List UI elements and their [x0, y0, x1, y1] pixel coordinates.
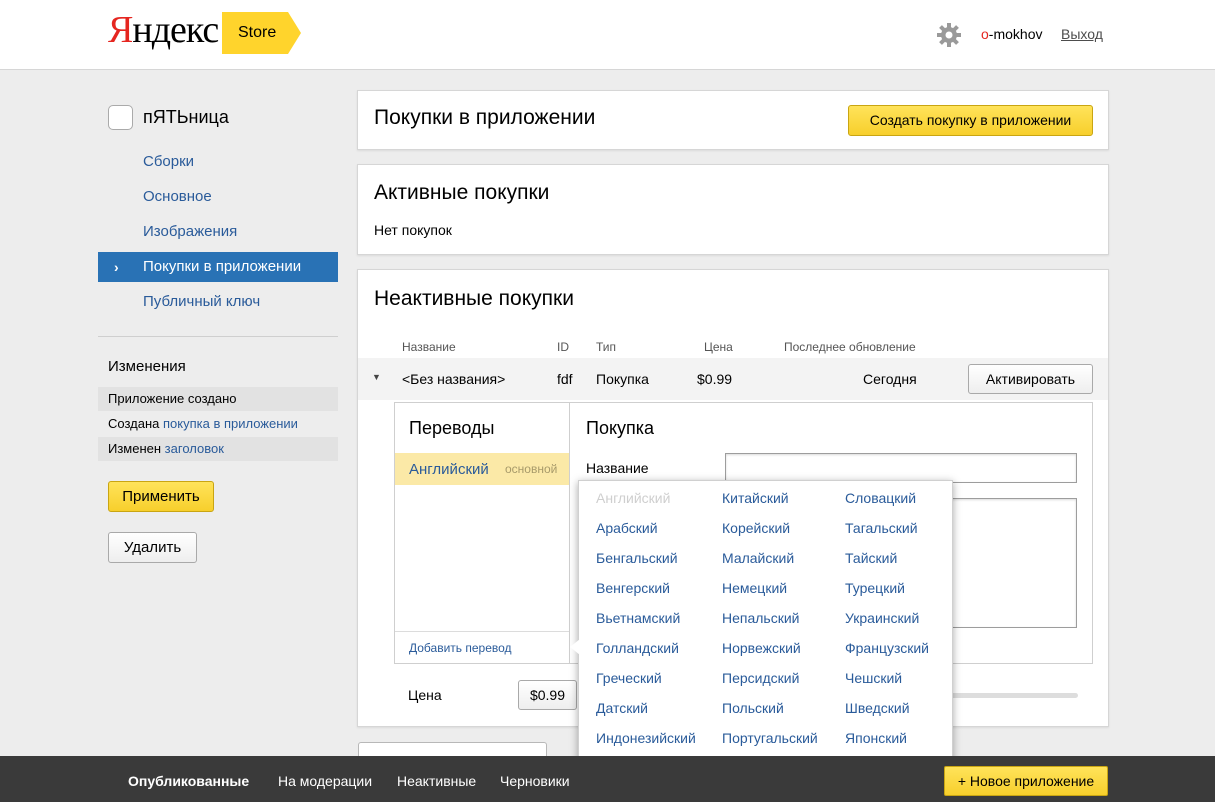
translations-title: Переводы — [409, 418, 495, 438]
username[interactable]: o-mokhov — [981, 26, 1042, 42]
translations-panel: Переводы Английский основной Добавить пе… — [394, 402, 570, 664]
footer-tab-moderation[interactable]: На модерации — [278, 773, 372, 789]
active-purchases-title: Активные покупки — [374, 181, 550, 204]
column-header-type: Тип — [596, 340, 617, 354]
name-input[interactable] — [725, 453, 1077, 483]
language-option[interactable]: Португальский — [722, 730, 818, 746]
language-option[interactable]: Украинский — [845, 610, 919, 626]
active-purchases-panel: Активные покупки Нет покупок — [357, 164, 1109, 255]
price-select[interactable]: $0.99 — [518, 680, 577, 710]
language-option[interactable]: Шведский — [845, 700, 910, 716]
language-option[interactable]: Бенгальский — [596, 550, 678, 566]
sidebar-item-general[interactable]: Основное — [98, 182, 338, 212]
language-option[interactable]: Арабский — [596, 520, 658, 536]
language-option[interactable]: Датский — [596, 700, 648, 716]
collapse-triangle-icon[interactable]: ▼ — [372, 372, 381, 382]
changes-title: Изменения — [108, 358, 186, 375]
language-option[interactable]: Индонезийский — [596, 730, 696, 746]
row-type: Покупка — [596, 371, 649, 387]
top-header: Яндекс Store o-mokhov Выход — [0, 0, 1215, 70]
chevron-right-icon: › — [114, 259, 119, 275]
language-option[interactable]: Венгерский — [596, 580, 670, 596]
app-name: пЯТЬница — [143, 107, 229, 127]
language-option[interactable]: Чешский — [845, 670, 902, 686]
add-translation-link[interactable]: Добавить перевод — [409, 641, 512, 655]
sidebar-item-public-key[interactable]: Публичный ключ — [98, 287, 338, 317]
footer-tab-published[interactable]: Опубликованные — [128, 773, 249, 789]
yandex-logo[interactable]: Яндекс — [108, 10, 219, 50]
language-option[interactable]: Японский — [845, 730, 907, 746]
page-title: Покупки в приложении — [374, 106, 596, 129]
language-option[interactable]: Корейский — [722, 520, 790, 536]
language-option[interactable]: Голландский — [596, 640, 679, 656]
language-option[interactable]: Турецкий — [845, 580, 905, 596]
language-option[interactable]: Непальский — [722, 610, 800, 626]
change-row: Приложение создано — [98, 387, 338, 411]
translation-item-english[interactable]: Английский основной — [395, 453, 569, 485]
primary-badge: основной — [505, 462, 558, 476]
translations-divider — [395, 631, 569, 632]
sidebar-item-images[interactable]: Изображения — [98, 217, 338, 247]
language-option[interactable]: Польский — [722, 700, 784, 716]
row-id: fdf — [557, 371, 573, 387]
language-option[interactable]: Словацкий — [845, 490, 916, 506]
no-purchases-text: Нет покупок — [374, 222, 452, 238]
language-option[interactable]: Французский — [845, 640, 929, 656]
language-option[interactable]: Тайский — [845, 550, 897, 566]
language-option[interactable]: Вьетнамский — [596, 610, 680, 626]
store-badge[interactable]: Store — [222, 12, 301, 54]
change-link[interactable]: покупка в приложении — [163, 416, 298, 431]
partial-button[interactable] — [358, 742, 547, 756]
footer-tab-drafts[interactable]: Черновики — [500, 773, 570, 789]
name-label: Название — [586, 460, 649, 476]
sidebar-divider — [98, 336, 338, 337]
inactive-purchases-title: Неактивные покупки — [374, 287, 574, 310]
sidebar-item-label: Сборки — [143, 153, 195, 170]
create-purchase-button[interactable]: Создать покупку в приложении — [848, 105, 1093, 136]
language-option[interactable]: Тагальский — [845, 520, 918, 536]
language-option[interactable]: Малайский — [722, 550, 794, 566]
new-app-button[interactable]: + Новое приложение — [944, 766, 1108, 796]
apply-button[interactable]: Применить — [108, 481, 214, 512]
row-updated: Сегодня — [863, 371, 917, 387]
translation-language: Английский — [409, 461, 489, 478]
page-header-panel: Покупки в приложении Создать покупку в п… — [357, 90, 1109, 150]
activate-button[interactable]: Активировать — [968, 364, 1093, 394]
price-label: Цена — [408, 687, 442, 703]
sidebar-item-label: Публичный ключ — [143, 293, 261, 310]
change-row: Создана покупка в приложении — [108, 416, 298, 431]
sidebar-item-in-app-purchases[interactable]: › Покупки в приложении — [98, 252, 338, 282]
logout-link[interactable]: Выход — [1061, 26, 1103, 42]
change-link[interactable]: заголовок — [165, 441, 224, 456]
footer-tab-inactive[interactable]: Неактивные — [397, 773, 476, 789]
language-option: Английский — [596, 490, 671, 506]
language-option[interactable]: Немецкий — [722, 580, 787, 596]
sidebar-item-builds[interactable]: Сборки — [98, 147, 338, 177]
purchase-form-title: Покупка — [586, 418, 655, 438]
sidebar-item-label: Покупки в приложении — [143, 258, 302, 275]
row-name: <Без названия> — [402, 371, 506, 387]
change-row: Изменен заголовок — [98, 437, 338, 461]
sidebar-item-label: Основное — [143, 188, 212, 205]
language-option[interactable]: Норвежский — [722, 640, 801, 656]
column-header-price: Цена — [704, 340, 733, 354]
language-option[interactable]: Персидский — [722, 670, 799, 686]
column-header-id: ID — [557, 340, 569, 354]
gear-icon[interactable] — [936, 22, 962, 48]
delete-button[interactable]: Удалить — [108, 532, 197, 563]
app-icon — [108, 105, 133, 130]
column-header-updated: Последнее обновление — [784, 340, 916, 354]
dropdown-pointer — [570, 639, 580, 655]
language-option[interactable]: Греческий — [596, 670, 662, 686]
column-header-name: Название — [402, 340, 456, 354]
language-option[interactable]: Китайский — [722, 490, 789, 506]
store-label: Store — [238, 24, 277, 41]
row-price: $0.99 — [697, 371, 733, 387]
price-slider-track[interactable] — [950, 693, 1078, 698]
sidebar-item-label: Изображения — [143, 223, 238, 240]
